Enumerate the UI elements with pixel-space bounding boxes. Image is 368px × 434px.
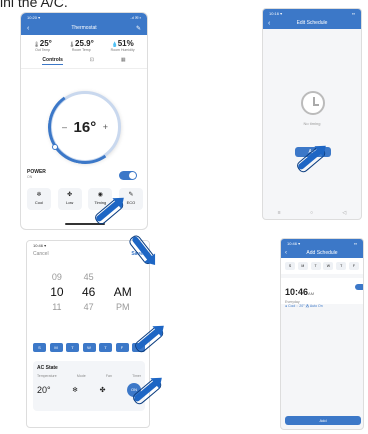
power-row: POWER ON	[27, 169, 141, 183]
tab-schedule[interactable]: ⊡	[90, 57, 94, 65]
status-bar: 10:20 ▾ ..ıl ✉ ▪	[21, 13, 147, 21]
page-title: Edit Schedule	[296, 20, 328, 26]
phone-thermostat: 10:20 ▾ ..ıl ✉ ▪ ‹ Thermostat ✎ 🌡25° Out…	[20, 12, 148, 230]
tab-controls[interactable]: Controls	[42, 57, 63, 65]
cancel-button[interactable]: Cancel	[33, 251, 49, 257]
caption: ini the A/C.	[0, 0, 68, 10]
empty-state-text: No timing	[303, 121, 321, 126]
minute-column[interactable]: 45 46 47	[82, 269, 95, 325]
ac-state-card: AC State Temperature Mode Fan Timer 20° …	[33, 361, 145, 411]
stat-room-temp: 🌡25.9° Room Temp	[68, 39, 94, 52]
decrease-button[interactable]: –	[62, 122, 67, 132]
day-wed[interactable]: W	[82, 343, 96, 352]
back-nav-icon[interactable]: ◁	[342, 210, 346, 216]
dial-handle[interactable]	[52, 144, 58, 150]
page-title: Add Schedule	[306, 249, 338, 256]
page-title: Thermostat	[71, 25, 97, 31]
timing-icon: ◉	[97, 192, 103, 198]
tab-bar: Controls ⊡ ▦	[21, 54, 147, 69]
day-tue[interactable]: T	[66, 343, 79, 352]
hour-column[interactable]: 09 10 11	[50, 269, 63, 325]
temperature-value[interactable]: 20°	[37, 385, 51, 395]
mode-cool-button[interactable]: ❄ Cool	[27, 188, 51, 210]
power-toggle[interactable]	[119, 171, 137, 180]
weekday-selector: S M T W T F S	[33, 343, 145, 352]
tab-stats[interactable]: ▦	[121, 57, 126, 65]
schedule-toggle[interactable]	[355, 284, 363, 290]
mode-cool-icon[interactable]: ❄	[72, 386, 78, 394]
schedule-detail: ● Cool ◌ 20° ⁂ Auto On	[285, 304, 323, 308]
app-header: ‹ Add Schedule	[281, 247, 363, 258]
schedule-item[interactable]: 10:46AM Everyday ● Cool ◌ 20° ⁂ Auto On	[281, 278, 363, 308]
back-icon[interactable]: ‹	[285, 250, 287, 256]
app-header: ‹ Edit Schedule	[263, 17, 361, 29]
day-sun[interactable]: S	[33, 343, 46, 352]
cool-icon: ❄	[36, 192, 42, 198]
picker-header: Cancel Save	[27, 249, 149, 259]
temperature-dial[interactable]: – 16° +	[42, 84, 128, 170]
increase-button[interactable]: +	[103, 122, 108, 132]
phone-edit-schedule: 10:16 ▾▪▪ ‹ Edit Schedule No timing Add …	[262, 8, 362, 220]
edit-icon[interactable]: ✎	[136, 25, 141, 32]
menu-icon[interactable]: ≡	[278, 210, 281, 216]
fan-icon: ✤	[67, 192, 73, 198]
fan-icon[interactable]: ✤	[100, 386, 106, 394]
status-bar: 10:16 ▾ ▪▪	[263, 9, 361, 17]
setpoint-value: 16°	[73, 118, 97, 136]
weekday-row: S M T W T F	[281, 258, 363, 274]
status-bar: 10:46 ▾▪▪	[281, 239, 363, 247]
phone-add-schedule: 10:46 ▾ ▪▪ ‹ Add Schedule S M T W T F 10:…	[280, 238, 364, 430]
stats-row: 🌡25° Out Temp 🌡25.9° Room Temp 💧51% Room…	[21, 35, 147, 54]
alarm-clock-icon	[301, 91, 325, 115]
stat-humidity: 💧51% Room Humidity	[110, 39, 135, 52]
ampm-column[interactable]: AM PM	[114, 269, 132, 325]
back-icon[interactable]: ‹	[268, 20, 270, 27]
schedule-time: 10:46	[285, 287, 309, 297]
section-title: AC State	[37, 365, 58, 371]
time-wheel[interactable]: 09 10 11 45 46 47 AM PM	[41, 269, 141, 325]
home-icon[interactable]: ○	[310, 210, 313, 216]
app-header: ‹ Thermostat ✎	[21, 21, 147, 35]
back-icon[interactable]: ‹	[27, 25, 29, 32]
day-mon[interactable]: M	[49, 343, 63, 352]
day-thu[interactable]: T	[99, 343, 112, 352]
phone-time-picker: 10:46 ▾▪▪ Cancel Save 09 10 11 45 46 47 …	[26, 240, 150, 428]
add-button[interactable]: Add	[285, 416, 361, 425]
stat-out-temp: 🌡25° Out Temp	[33, 39, 52, 52]
nav-bar: ≡ ○ ◁	[263, 210, 361, 216]
mode-fan-button[interactable]: ✤ Low	[57, 188, 82, 210]
day-fri[interactable]: F	[115, 343, 129, 352]
